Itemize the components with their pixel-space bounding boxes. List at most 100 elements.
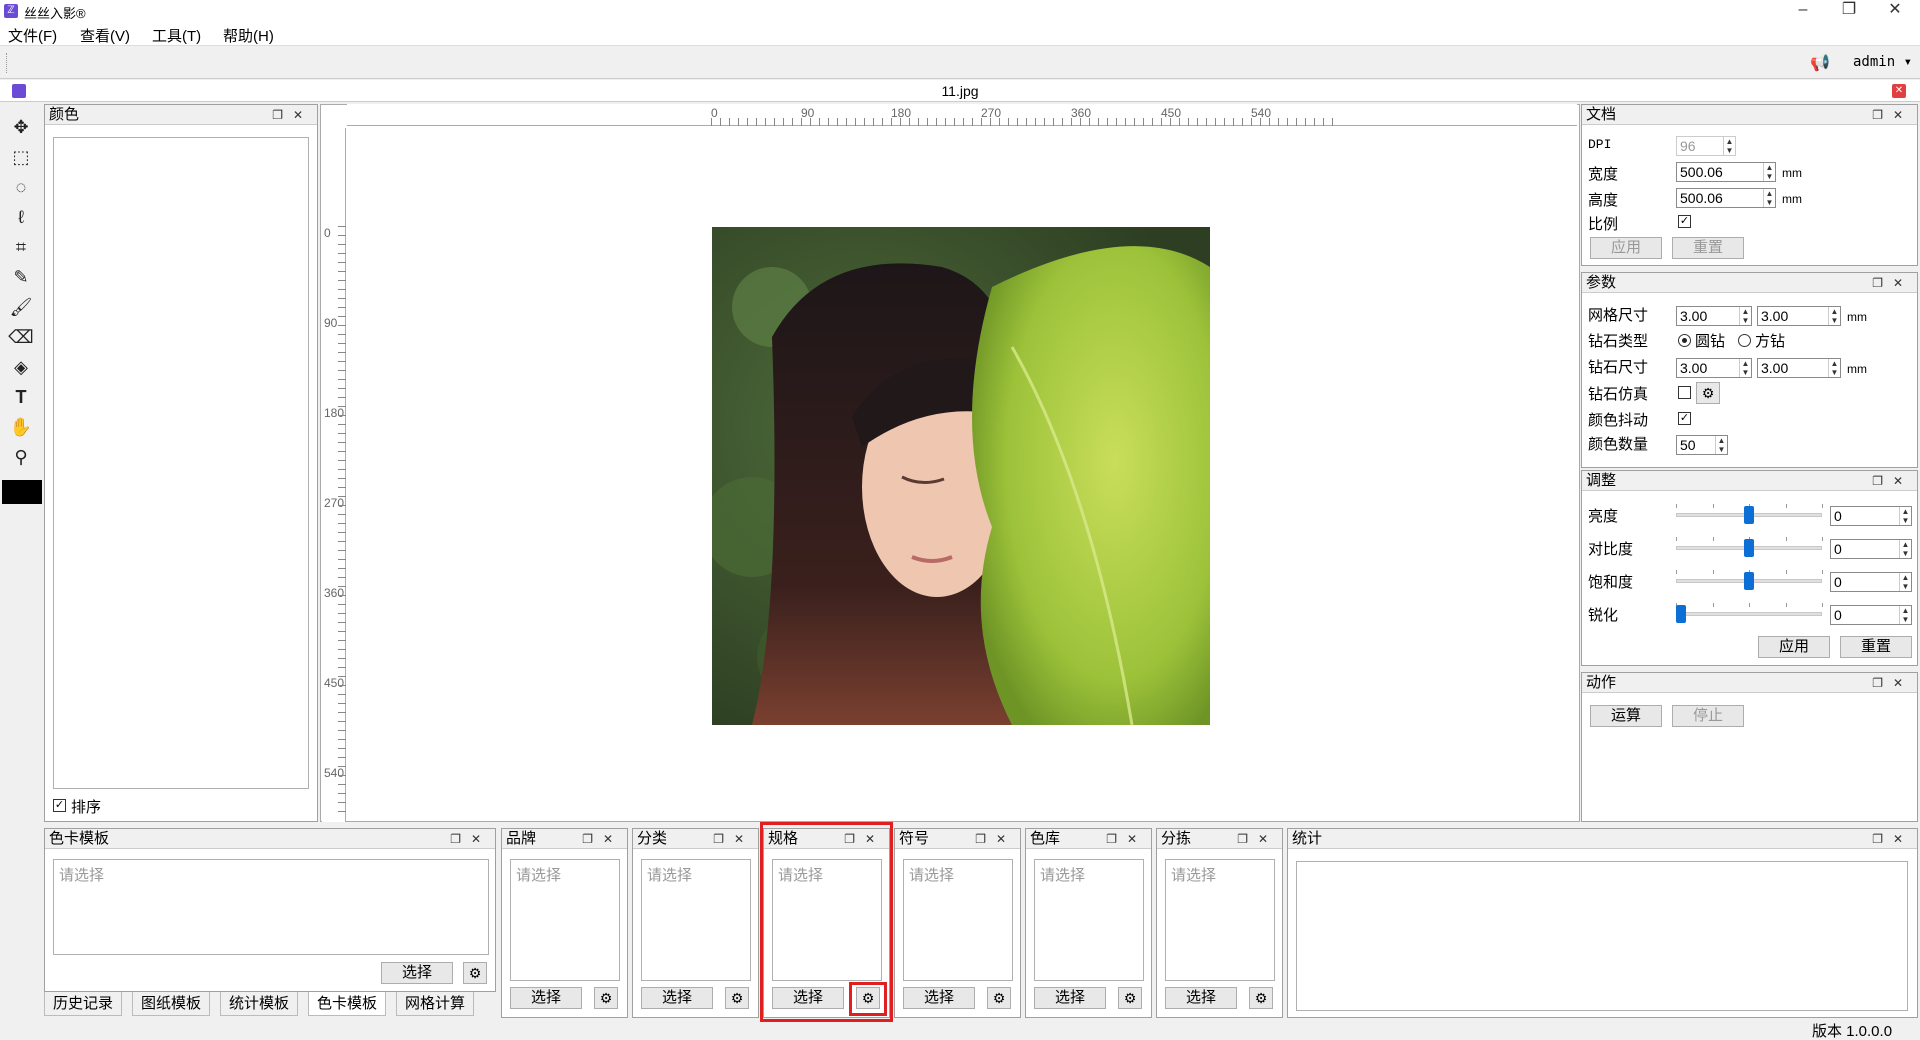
panel-float-close-icon[interactable]: ❐✕ <box>1872 105 1913 125</box>
spin-arrows-icon[interactable]: ▲ ▼ <box>1739 359 1751 377</box>
menu-help[interactable]: 帮助(H) <box>223 25 274 46</box>
user-menu[interactable]: admin ▾ <box>1853 54 1912 70</box>
rect-select-icon[interactable]: ⬚ <box>6 144 36 170</box>
panel-float-close-icon[interactable]: ❐✕ <box>1872 829 1913 849</box>
grid-height-input[interactable]: 3.00 ▲ ▼ <box>1757 306 1841 326</box>
panel-float-close-icon[interactable]: ❐✕ <box>1237 829 1278 849</box>
symbol-list[interactable]: 请选择 <box>903 859 1013 981</box>
doc-close-icon[interactable]: ✕ <box>1892 84 1906 98</box>
panel-float-close-icon[interactable]: ❐✕ <box>272 105 313 125</box>
spin-arrows-icon[interactable]: ▲ ▼ <box>1828 359 1840 377</box>
tab-stats-template[interactable]: 统计模板 <box>220 992 299 1016</box>
panel-float-close-icon[interactable]: ❐✕ <box>1872 471 1913 491</box>
eyedropper-icon[interactable]: ✎ <box>6 264 36 290</box>
restore-button[interactable]: ❐ <box>1826 0 1872 22</box>
category-list[interactable]: 请选择 <box>641 859 751 981</box>
close-button[interactable]: ✕ <box>1872 0 1918 22</box>
run-button[interactable]: 运算 <box>1590 705 1662 727</box>
adjust-slider-thumb[interactable] <box>1744 572 1754 590</box>
crop-icon[interactable]: ⌗ <box>6 234 36 260</box>
color-swatch[interactable] <box>2 480 42 504</box>
adjust-slider-track[interactable] <box>1676 612 1822 616</box>
diamond-height-input[interactable]: 3.00 ▲ ▼ <box>1757 358 1841 378</box>
select-button[interactable]: 选择 <box>641 987 713 1009</box>
tab-grid-calc[interactable]: 网格计算 <box>396 992 475 1016</box>
diamond-sim-checkbox[interactable] <box>1678 386 1691 399</box>
gear-icon[interactable]: ⚙ <box>594 987 618 1009</box>
doc-apply-button[interactable]: 应用 <box>1590 237 1662 259</box>
color-library-list[interactable]: 请选择 <box>1034 859 1144 981</box>
adjust-value-input[interactable]: 0 ▲ ▼ <box>1830 572 1912 592</box>
width-input[interactable]: 500.06 ▲ ▼ <box>1676 162 1776 182</box>
minimize-button[interactable]: – <box>1780 0 1826 22</box>
select-button[interactable]: 选择 <box>381 962 453 984</box>
menu-view[interactable]: 查看(V) <box>80 25 130 46</box>
colors-list[interactable] <box>53 137 309 789</box>
panel-float-close-icon[interactable]: ❐✕ <box>450 829 491 849</box>
ratio-checkbox[interactable]: ✓ <box>1678 215 1691 228</box>
brand-list[interactable]: 请选择 <box>510 859 620 981</box>
select-button[interactable]: 选择 <box>1165 987 1237 1009</box>
adjust-value-input[interactable]: 0 ▲ ▼ <box>1830 605 1912 625</box>
panel-float-close-icon[interactable]: ❐✕ <box>582 829 623 849</box>
panel-float-close-icon[interactable]: ❐✕ <box>1872 273 1913 293</box>
adjust-slider-thumb[interactable] <box>1676 605 1686 623</box>
eraser-icon[interactable]: ⌫ <box>6 324 36 350</box>
spin-arrows-icon[interactable]: ▲ ▼ <box>1899 507 1911 525</box>
panel-float-close-icon[interactable]: ❐✕ <box>975 829 1016 849</box>
ellipse-select-icon[interactable]: ◌ <box>6 174 36 200</box>
panel-float-close-icon[interactable]: ❐✕ <box>713 829 754 849</box>
stop-button[interactable]: 停止 <box>1672 705 1744 727</box>
gear-icon[interactable]: ⚙ <box>725 987 749 1009</box>
grid-width-input[interactable]: 3.00 ▲ ▼ <box>1676 306 1752 326</box>
fill-icon[interactable]: ◈ <box>6 354 36 380</box>
adjust-value-input[interactable]: 0 ▲ ▼ <box>1830 506 1912 526</box>
doc-reset-button[interactable]: 重置 <box>1672 237 1744 259</box>
gear-icon[interactable]: ⚙ <box>987 987 1011 1009</box>
gear-icon[interactable]: ⚙ <box>1118 987 1142 1009</box>
brush-icon[interactable]: 🖌 <box>6 294 36 320</box>
document-image[interactable] <box>712 227 1210 725</box>
adjust-slider-thumb[interactable] <box>1744 539 1754 557</box>
move-tool-icon[interactable]: ✥ <box>6 114 36 140</box>
tab-pattern-template[interactable]: 图纸模板 <box>132 992 211 1016</box>
spin-arrows-icon[interactable]: ▲ ▼ <box>1739 307 1751 325</box>
round-diamond-radio[interactable] <box>1678 334 1691 347</box>
panel-float-close-icon[interactable]: ❐✕ <box>1872 673 1913 693</box>
select-button[interactable]: 选择 <box>903 987 975 1009</box>
square-diamond-radio[interactable] <box>1738 334 1751 347</box>
color-dither-checkbox[interactable]: ✓ <box>1678 412 1691 425</box>
announcement-icon[interactable]: 📢 <box>1810 53 1830 73</box>
menu-file[interactable]: 文件(F) <box>8 25 57 46</box>
gear-icon[interactable]: ⚙ <box>1249 987 1273 1009</box>
height-input[interactable]: 500.06 ▲ ▼ <box>1676 188 1776 208</box>
select-button[interactable]: 选择 <box>510 987 582 1009</box>
spin-arrows-icon[interactable]: ▲ ▼ <box>1763 163 1775 181</box>
gear-icon[interactable]: ⚙ <box>463 962 487 984</box>
adjust-apply-button[interactable]: 应用 <box>1758 636 1830 658</box>
sorting-list[interactable]: 请选择 <box>1165 859 1275 981</box>
tab-history[interactable]: 历史记录 <box>44 992 123 1016</box>
spin-arrows-icon[interactable]: ▲ ▼ <box>1899 573 1911 591</box>
lasso-icon[interactable]: ℓ <box>6 204 36 230</box>
tab-color-card-template[interactable]: 色卡模板 <box>308 992 387 1016</box>
statistics-area[interactable] <box>1296 861 1908 1011</box>
hand-icon[interactable]: ✋ <box>6 414 36 440</box>
menu-tools[interactable]: 工具(T) <box>152 25 201 46</box>
diamond-width-input[interactable]: 3.00 ▲ ▼ <box>1676 358 1752 378</box>
zoom-icon[interactable]: ⚲ <box>6 444 36 470</box>
adjust-slider-thumb[interactable] <box>1744 506 1754 524</box>
color-card-template-list[interactable]: 请选择 <box>53 859 489 955</box>
spin-arrows-icon[interactable]: ▲ ▼ <box>1715 436 1727 454</box>
spin-arrows-icon[interactable]: ▲ ▼ <box>1899 540 1911 558</box>
spin-arrows-icon[interactable]: ▲ ▼ <box>1763 189 1775 207</box>
spin-arrows-icon[interactable]: ▲ ▼ <box>1899 606 1911 624</box>
spin-arrows-icon[interactable]: ▲ ▼ <box>1828 307 1840 325</box>
select-button[interactable]: 选择 <box>1034 987 1106 1009</box>
sort-checkbox[interactable]: ✓ <box>53 799 66 812</box>
adjust-value-input[interactable]: 0 ▲ ▼ <box>1830 539 1912 559</box>
adjust-reset-button[interactable]: 重置 <box>1840 636 1912 658</box>
color-count-input[interactable]: 50 ▲ ▼ <box>1676 435 1728 455</box>
diamond-sim-gear-icon[interactable]: ⚙ <box>1696 382 1720 404</box>
text-tool-icon[interactable]: T <box>6 384 36 410</box>
